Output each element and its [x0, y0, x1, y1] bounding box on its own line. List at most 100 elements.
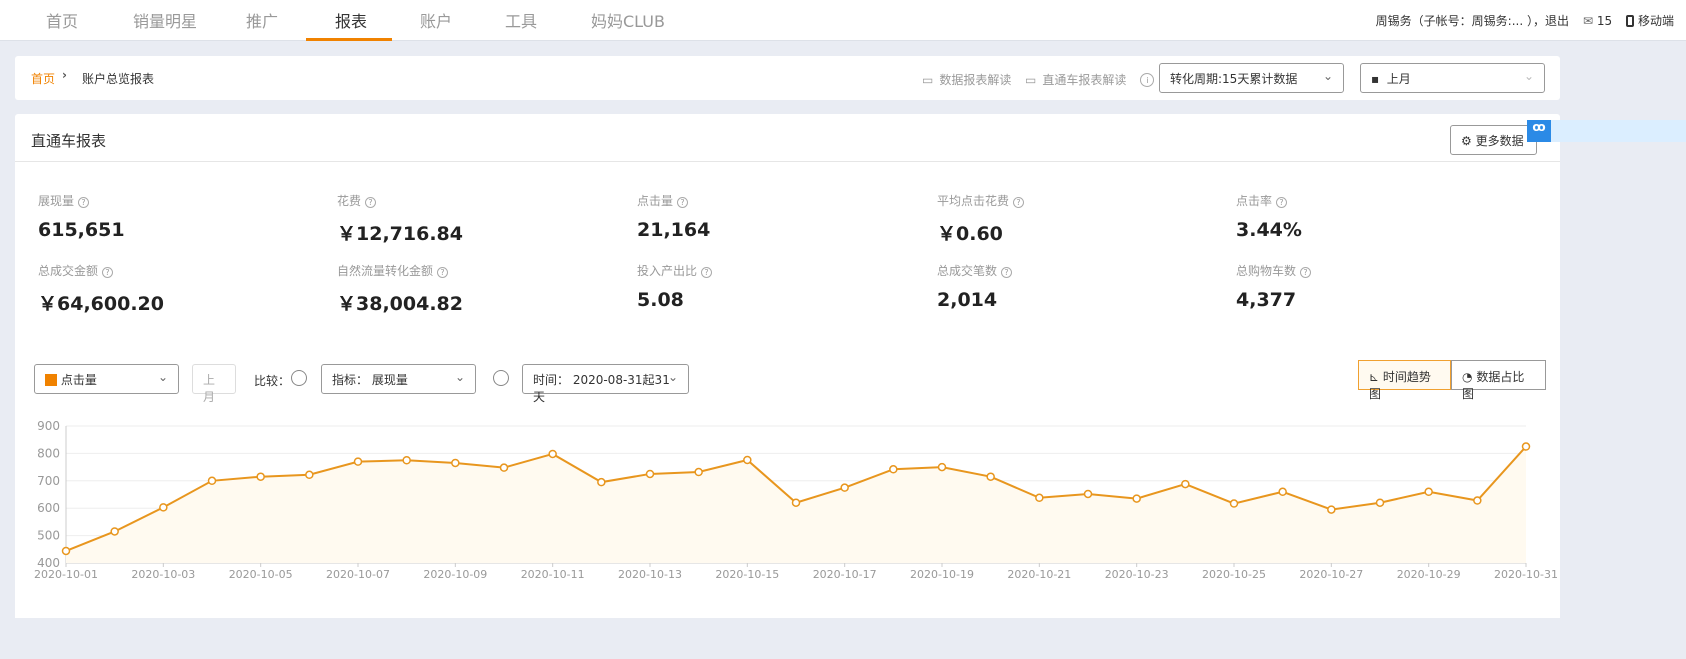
x-tick-label: 2020-10-25	[1202, 568, 1266, 581]
help-icon[interactable]: ?	[102, 267, 114, 278]
nav-tab[interactable]: 账户	[420, 8, 452, 32]
data-point	[1278, 487, 1287, 497]
breadcrumb-bar: 首页 › 账户总览报表 ▭ 数据报表解读 ▭ 直通车报表解读 i 转化周期:15天累计…	[15, 56, 1560, 100]
nav-tab[interactable]: 工具	[505, 8, 537, 32]
y-tick-label: 900	[37, 419, 60, 433]
breadcrumb-home[interactable]: 首页	[31, 70, 55, 87]
x-tick-label: 2020-10-01	[34, 568, 98, 581]
report-title: 直通车报表	[31, 132, 107, 150]
x-tick-label: 2020-10-13	[618, 568, 682, 581]
data-point	[743, 455, 752, 465]
x-tick-label: 2020-10-19	[910, 568, 974, 581]
info-icon[interactable]: i	[1140, 72, 1155, 87]
data-point	[889, 465, 898, 474]
line-chart-icon: ⊾	[1369, 370, 1380, 384]
nav-tab[interactable]: 报表	[335, 8, 367, 32]
video-icon: ▭	[922, 72, 934, 87]
last-month-button[interactable]: 上月	[192, 364, 236, 404]
metric-value: ￥64,600.20	[38, 293, 164, 315]
data-point	[61, 546, 71, 556]
x-tick-label: 2020-10-17	[813, 568, 877, 581]
data-point	[548, 449, 557, 459]
help-icon[interactable]: ?	[1001, 267, 1013, 278]
chevron-down-icon: ⌄	[1322, 69, 1333, 83]
user-account[interactable]: 周锡务（子帐号：周锡务:... ），退出	[1376, 12, 1569, 29]
metric: 展现量? 615,651	[38, 194, 125, 241]
data-point	[402, 456, 411, 465]
x-tick-label: 2020-10-11	[521, 568, 585, 581]
metric-value: ￥38,004.82	[337, 293, 463, 315]
nav-tab[interactable]: 销量明星	[133, 8, 197, 32]
compare-label: 比较：	[254, 374, 291, 388]
metric: 投入产出比? 5.08	[637, 262, 713, 311]
mail-icon: ✉	[1582, 13, 1594, 28]
user-bar: 周锡务（子帐号：周锡务:... ），退出 ✉ 15 移动端	[1376, 12, 1674, 29]
help-icon[interactable]: ?	[78, 197, 90, 208]
cloud-widget[interactable]: ꝏ	[1527, 120, 1686, 142]
data-point	[1327, 505, 1336, 514]
data-point	[499, 463, 509, 472]
compare-radio[interactable]	[291, 370, 307, 386]
x-tick-label: 2020-10-09	[423, 568, 487, 581]
chevron-down-icon: ⌄	[157, 370, 168, 384]
help-icon[interactable]: ?	[437, 267, 449, 278]
data-point	[451, 458, 460, 468]
help-icon[interactable]: ?	[1013, 197, 1025, 208]
mobile-link[interactable]: 移动端	[1626, 12, 1674, 29]
y-tick-label: 700	[37, 474, 60, 488]
x-tick-label: 2020-10-23	[1105, 568, 1169, 581]
help-icon[interactable]: ?	[1300, 267, 1312, 278]
metric-value: 3.44%	[1236, 219, 1302, 241]
nav-tab[interactable]: 妈妈CLUB	[591, 8, 665, 32]
data-point	[1375, 498, 1385, 507]
y-tick-label: 800	[37, 446, 60, 460]
conversion-cycle-select[interactable]: 转化周期:15天累计数据 ⌄	[1159, 63, 1344, 93]
metric-value: ￥0.60	[937, 223, 1003, 245]
nav-tab[interactable]: 推广	[246, 8, 278, 32]
chevron-down-icon: ⌄	[1523, 69, 1534, 83]
data-point	[1229, 499, 1239, 508]
data-point	[694, 467, 703, 477]
data-point	[1035, 493, 1044, 503]
data-point	[597, 477, 606, 487]
trend-chart-button[interactable]: ⊾ 时间趋势图	[1358, 360, 1451, 401]
messages[interactable]: ✉ 15	[1583, 14, 1612, 28]
share-chart-button[interactable]: ◔ 数据占比图	[1451, 360, 1546, 401]
metric: 点击率? 3.44%	[1236, 194, 1302, 241]
data-point	[159, 503, 168, 512]
metric: 平均点击花费? ￥0.60	[937, 192, 1025, 246]
ztc-report-link[interactable]: ▭ 直通车报表解读 i	[1025, 71, 1155, 88]
metric-value: 4,377	[1236, 289, 1297, 311]
metric-select[interactable]: 点击量 ⌄	[34, 364, 179, 394]
help-icon[interactable]: ?	[677, 197, 689, 208]
data-point	[937, 462, 947, 472]
data-point	[110, 527, 119, 536]
data-point	[1083, 489, 1093, 499]
time-compare-radio[interactable]	[493, 370, 509, 386]
help-icon[interactable]: ?	[1276, 197, 1288, 208]
data-point	[1132, 494, 1141, 503]
x-tick-label: 2020-10-03	[131, 568, 195, 581]
x-tick-label: 2020-10-27	[1299, 568, 1363, 581]
data-point	[353, 457, 363, 466]
x-tick-label: 2020-10-29	[1397, 568, 1461, 581]
chevron-down-icon: ⌄	[667, 370, 678, 384]
metric: 花费? ￥12,716.84	[337, 194, 463, 245]
time-select[interactable]: 时间： 2020-08-31起31天 ⌄	[522, 364, 689, 404]
data-point	[256, 472, 265, 481]
more-data-button[interactable]: ⚙ 更多数据	[1450, 125, 1537, 155]
data-point	[207, 476, 217, 486]
data-report-link[interactable]: ▭ 数据报表解读	[922, 71, 1011, 88]
baidu-cloud-icon: ꝏ	[1527, 120, 1551, 142]
x-tick-label: 2020-10-15	[715, 568, 779, 581]
nav-tab[interactable]: 首页	[46, 8, 78, 32]
x-tick-label: 2020-10-31	[1494, 568, 1558, 581]
help-icon[interactable]: ?	[365, 197, 377, 208]
data-point	[645, 469, 655, 479]
period-select[interactable]: ▪ 上月 ⌄	[1360, 63, 1545, 93]
divider	[15, 161, 1560, 162]
active-tab-indicator	[306, 38, 392, 41]
top-nav: 首页 销量明星 推广 报表 账户 工具 妈妈CLUB 周锡务（子帐号：周锡务:... ），退…	[0, 0, 1686, 41]
indicator-select[interactable]: 指标： 展现量 ⌄	[321, 364, 476, 394]
help-icon[interactable]: ?	[701, 267, 713, 278]
